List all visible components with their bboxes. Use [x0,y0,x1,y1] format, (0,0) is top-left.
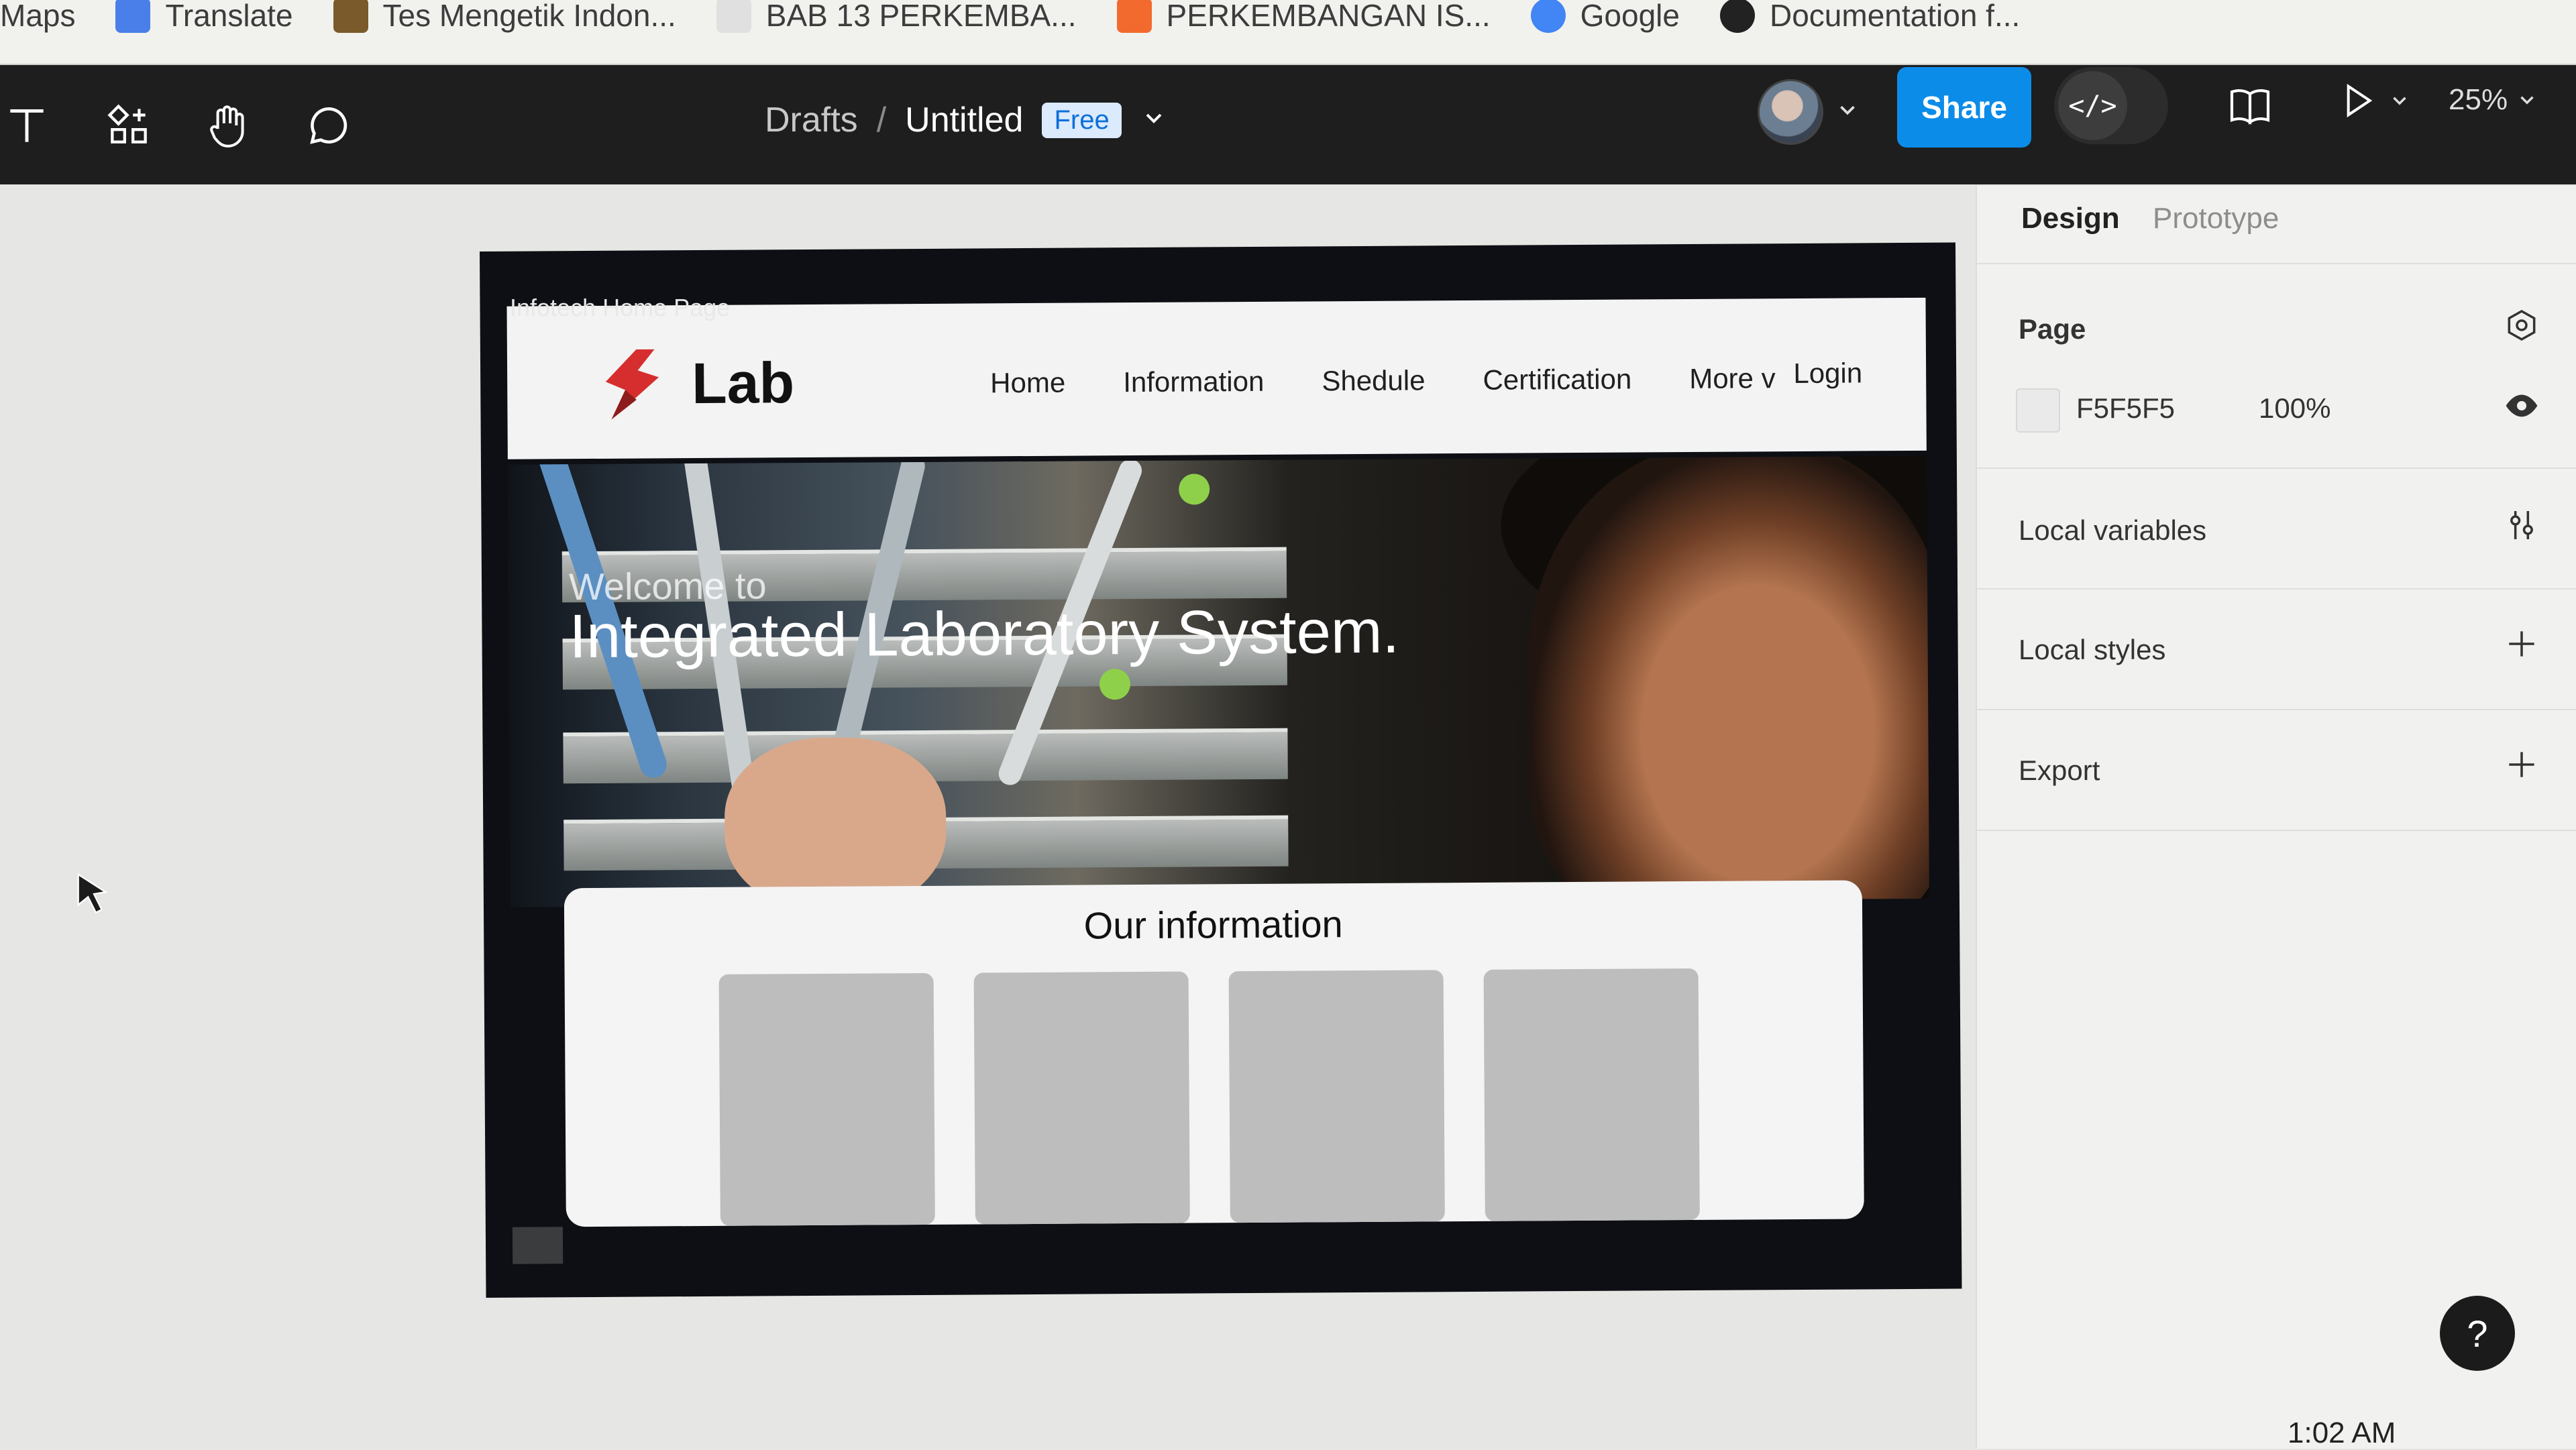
page-styles-icon[interactable] [2503,306,2540,344]
frame-corner-block [512,1227,564,1264]
chevron-down-icon[interactable] [1140,100,1167,140]
comment-tool-icon[interactable] [302,99,356,152]
site-favicon-icon [333,0,368,33]
figma-toolbar: Drafts / Untitled Free [0,65,2576,184]
plan-badge[interactable]: Free [1042,102,1122,138]
github-icon [1720,0,1755,33]
chevron-down-icon[interactable] [1835,97,1860,126]
divider [1977,588,2576,590]
local-variables-label[interactable]: Local variables [2019,514,2206,547]
nav-certification[interactable]: Certification [1483,364,1631,396]
page-section-title: Page [2019,313,2086,345]
translate-icon [115,0,151,33]
divider [1977,263,2576,264]
nav-more[interactable]: More v [1689,362,1776,395]
person-photo [1527,455,1929,907]
hand-tool-icon[interactable] [201,99,255,152]
site-logo[interactable]: Lab [594,341,795,427]
present-button[interactable] [2336,79,2411,122]
help-button[interactable]: ? [2440,1296,2515,1371]
hand-photo [724,736,947,907]
page-color-opacity[interactable]: 100% [2259,392,2330,425]
cable-tag [1179,473,1210,505]
local-styles-label[interactable]: Local styles [2019,634,2165,666]
avatar[interactable] [1758,79,1823,145]
tab-design[interactable]: Design [2021,202,2120,235]
chevron-down-icon [2520,96,2534,105]
mouse-cursor-icon [77,873,108,914]
text-tool-icon[interactable] [0,99,54,152]
blogger-icon [1116,0,1152,33]
nav-shedule[interactable]: Shedule [1322,364,1425,397]
plus-icon[interactable] [2503,746,2540,783]
bookmark-label: Tes Mengetik Indon... [382,0,676,33]
page-color-swatch[interactable] [2016,388,2060,433]
bookmark-label: Google [1580,0,1680,33]
frame-label[interactable]: Infotech Home Page [510,294,730,322]
play-icon [2347,83,2373,118]
logo-text: Lab [691,351,795,416]
chevron-down-icon [2393,97,2406,105]
variables-sliders-icon[interactable] [2503,506,2540,544]
design-panel: Design Prototype Page F5F5F5 100% Local … [1976,186,2576,1449]
info-placeholder-box[interactable] [1483,968,1700,1221]
nav-login[interactable]: Login [1793,357,1862,390]
plus-icon[interactable] [2503,625,2540,663]
divider [1977,467,2576,469]
info-title: Our information [1083,903,1343,947]
file-name[interactable]: Untitled [905,100,1023,140]
bookmark-label: PERKEMBANGAN IS... [1166,0,1491,33]
info-placeholder-box[interactable] [973,971,1190,1225]
divider [1977,830,2576,831]
site-favicon-icon [716,0,751,33]
info-placeholder-box[interactable] [1228,970,1445,1223]
bookmark-label: Maps [0,0,76,33]
resources-icon[interactable] [102,99,156,152]
bookmark-label: Documentation f... [1770,0,2021,33]
page-color-hex[interactable]: F5F5F5 [2076,392,2175,425]
bookmark-google[interactable]: Google [1530,0,1680,34]
breadcrumb-separator: / [876,101,887,140]
nav-home[interactable]: Home [990,367,1065,400]
site-nav-links: Home Information Shedule Certification M… [990,362,1776,399]
bookmark-documentation[interactable]: Documentation f... [1720,0,2020,34]
info-placeholder-box[interactable] [718,972,935,1226]
share-button[interactable]: Share [1897,67,2031,148]
bookmark-label: BAB 13 PERKEMBA... [765,0,1077,33]
hero-title: Integrated Laboratory System. [569,597,1400,671]
bookmark-translate[interactable]: Translate [115,0,293,34]
bookmark-perkembangan[interactable]: PERKEMBANGAN IS... [1116,0,1491,34]
info-card[interactable]: Our information [564,880,1864,1227]
zoom-menu[interactable]: 25% [2449,83,2538,117]
frame-infotech-home-page[interactable]: Lab Home Information Shedule Certificati… [480,242,1962,1298]
library-book-icon[interactable] [2226,82,2274,133]
divider [1977,709,2576,710]
zoom-level: 25% [2449,83,2508,116]
bookmark-label: Translate [165,0,293,33]
cable-tag [1099,669,1131,700]
nav-information[interactable]: Information [1123,366,1264,398]
code-icon: </> [2058,71,2127,140]
lab-logo-icon [605,349,659,420]
breadcrumb: Drafts / Untitled Free [765,100,1167,140]
eye-icon[interactable] [2503,387,2540,425]
tab-prototype[interactable]: Prototype [2153,202,2279,235]
bookmark-maps[interactable]: Maps [0,0,75,34]
dev-mode-toggle[interactable]: </> [2054,67,2168,144]
bookmark-typing-test[interactable]: Tes Mengetik Indon... [333,0,676,34]
export-label[interactable]: Export [2019,755,2100,787]
bookmark-bab13[interactable]: BAB 13 PERKEMBA... [716,0,1077,34]
taskbar-clock: 1:02 AM [2288,1416,2396,1449]
hero-image: Welcome to Integrated Laboratory System. [507,455,1929,907]
bookmarks-bar: Maps Translate Tes Mengetik Indon... BAB… [0,0,2576,65]
google-icon [1530,0,1566,33]
breadcrumb-drafts[interactable]: Drafts [765,100,858,140]
